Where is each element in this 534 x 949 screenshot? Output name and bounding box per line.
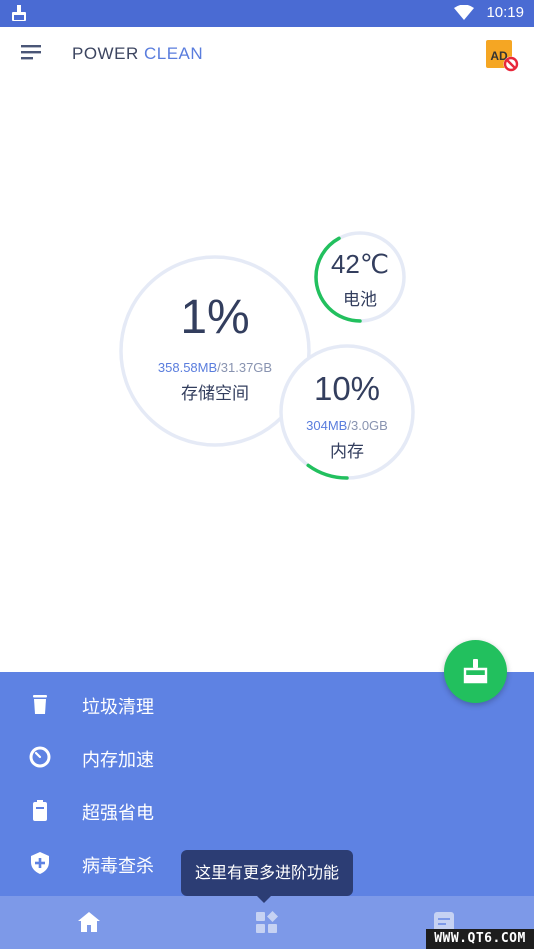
battery-temperature: 42℃: [330, 249, 390, 279]
ad-block-icon[interactable]: AD: [484, 38, 520, 74]
memory-size: 304MB/3.0GB: [280, 418, 414, 433]
grid-apps-icon: [256, 911, 278, 933]
hamburger-menu-icon[interactable]: [19, 43, 43, 63]
nav-home[interactable]: [0, 896, 178, 949]
cleaner-notification-icon: [12, 5, 26, 21]
storage-total: /31.37GB: [217, 360, 273, 375]
clean-fab-button[interactable]: [444, 640, 507, 703]
wifi-icon: [454, 5, 474, 20]
broom-clean-icon: [463, 659, 488, 684]
memory-label: 内存: [330, 442, 364, 462]
app-title-clean: CLEAN: [143, 44, 204, 63]
panel-item-label: 内存加速: [82, 750, 154, 771]
panel-item-label: 超强省电: [82, 803, 154, 824]
storage-percent: 1%: [180, 291, 250, 344]
speedometer-icon: [29, 746, 51, 768]
advanced-features-tooltip: 这里有更多进阶功能: [181, 850, 353, 896]
site-watermark: WWW.QT6.COM: [426, 929, 534, 949]
app-title-power: POWER: [72, 44, 139, 63]
panel-item-memory-boost[interactable]: 内存加速: [0, 731, 534, 783]
nav-tools[interactable]: [178, 896, 356, 949]
app-title: POWER CLEAN: [72, 44, 203, 64]
panel-item-power-save[interactable]: 超强省电: [0, 784, 534, 836]
trash-icon: [33, 695, 47, 714]
memory-used: 304MB: [306, 418, 348, 433]
panel-item-label: 病毒查杀: [82, 856, 154, 877]
battery-saver-icon: [33, 800, 47, 821]
shield-plus-icon: [31, 852, 49, 874]
status-bar: 10:19: [0, 0, 534, 27]
panel-item-label: 垃圾清理: [82, 697, 154, 718]
memory-percent: 10%: [313, 370, 381, 407]
storage-used: 358.58MB: [157, 360, 218, 375]
memory-total: /3.0GB: [347, 418, 388, 433]
tooltip-arrow: [256, 895, 272, 903]
battery-label: 电池: [343, 290, 377, 310]
home-icon: [78, 912, 100, 932]
status-time: 10:19: [486, 4, 524, 21]
